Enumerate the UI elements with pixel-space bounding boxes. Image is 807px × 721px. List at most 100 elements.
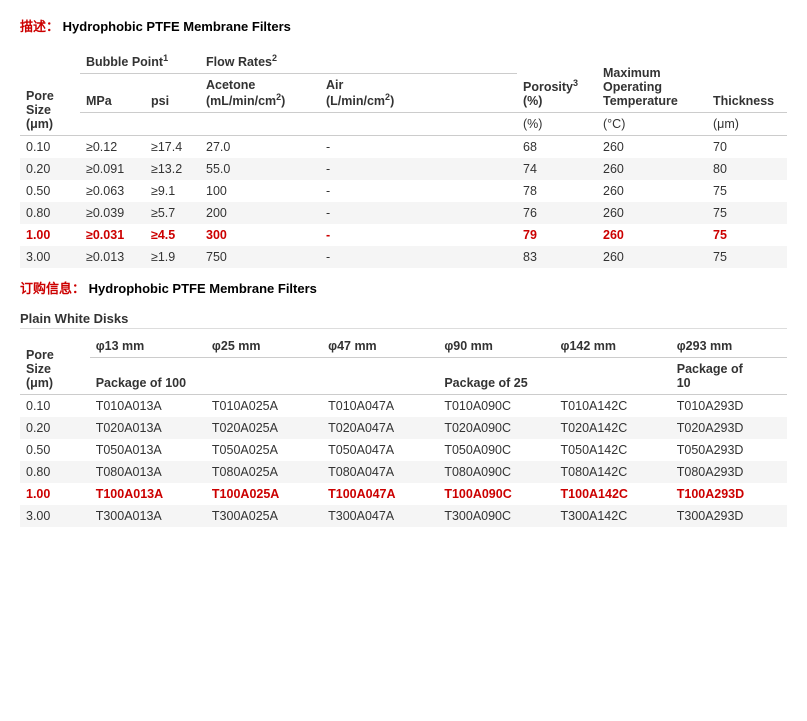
col-header-acetone: Acetone(mL/min/cm2) (200, 74, 320, 113)
props-table-cell: 76 (517, 202, 597, 224)
col-header-flow-rates: Flow Rates2 (200, 49, 517, 74)
order-table-cell: T050A293D (671, 439, 787, 461)
props-table-cell: ≥5.7 (145, 202, 200, 224)
order-table-cell: T020A047A (322, 417, 438, 439)
order-table-cell: T300A025A (206, 505, 322, 527)
order-table-cell: T010A047A (322, 395, 438, 418)
order-info-line: 订购信息： Hydrophobic PTFE Membrane Filters (20, 278, 787, 297)
order-table-cell: T100A090C (438, 483, 554, 505)
order-table-cell: T010A025A (206, 395, 322, 418)
order-table-cell: T100A142C (555, 483, 671, 505)
order-col-phi13: φ13 mm (90, 335, 206, 358)
description-line: 描述： Hydrophobic PTFE Membrane Filters (20, 16, 787, 35)
props-table-cell: 80 (707, 158, 787, 180)
props-table-cell: ≥0.12 (80, 136, 145, 159)
order-pkg10: Package of10 (671, 358, 787, 395)
order-pkg25: Package of 25 (438, 358, 670, 395)
props-table-cell: - (320, 246, 517, 268)
col-header-air2 (320, 113, 517, 136)
order-table-cell: T020A025A (206, 417, 322, 439)
order-table-cell: T100A047A (322, 483, 438, 505)
order-table-cell: T300A293D (671, 505, 787, 527)
props-table-cell: 78 (517, 180, 597, 202)
col-header-max-temp: MaximumOperatingTemperature (597, 49, 707, 113)
order-subsection-title: Plain White Disks (20, 311, 787, 329)
props-table-cell: 75 (707, 180, 787, 202)
order-table-cell: T010A142C (555, 395, 671, 418)
order-table-cell: T300A142C (555, 505, 671, 527)
props-table-cell: ≥13.2 (145, 158, 200, 180)
col-header-air: Air(L/min/cm2) (320, 74, 517, 113)
props-table-cell: 750 (200, 246, 320, 268)
props-table-cell: 75 (707, 246, 787, 268)
order-table-cell: 0.50 (20, 439, 90, 461)
order-table-cell: T300A013A (90, 505, 206, 527)
props-table-cell: 0.10 (20, 136, 80, 159)
order-table-cell: T100A025A (206, 483, 322, 505)
col-header-psi2 (145, 113, 200, 136)
description-label: 描述： (20, 19, 59, 34)
col-header-thickness: Thickness (707, 49, 787, 113)
order-table-cell: T010A013A (90, 395, 206, 418)
order-table-cell: T010A293D (671, 395, 787, 418)
col-header-acetone2 (200, 113, 320, 136)
props-table-cell: 0.50 (20, 180, 80, 202)
props-table-cell: 75 (707, 202, 787, 224)
props-table-cell: 260 (597, 158, 707, 180)
order-pkg100: Package of 100 (90, 358, 439, 395)
props-table-cell: 260 (597, 202, 707, 224)
props-table-cell: ≥0.039 (80, 202, 145, 224)
order-table-cell: T300A047A (322, 505, 438, 527)
props-table-cell: 79 (517, 224, 597, 246)
col-header-mpa: MPa (80, 74, 145, 113)
order-table-cell: T100A293D (671, 483, 787, 505)
order-table-cell: T010A090C (438, 395, 554, 418)
props-table-cell: ≥17.4 (145, 136, 200, 159)
order-table-cell: T020A142C (555, 417, 671, 439)
props-table-cell: 0.20 (20, 158, 80, 180)
order-table-cell: T050A013A (90, 439, 206, 461)
order-table-cell: T080A047A (322, 461, 438, 483)
order-table-cell: T080A090C (438, 461, 554, 483)
properties-table: PoreSize(μm) Bubble Point1 Flow Rates2 P… (20, 49, 787, 268)
order-table-cell: T050A047A (322, 439, 438, 461)
props-table-cell: - (320, 224, 517, 246)
col-header-maxtemp2: (°C) (597, 113, 707, 136)
props-table-cell: 260 (597, 246, 707, 268)
order-table-cell: T050A142C (555, 439, 671, 461)
order-table-cell: T020A293D (671, 417, 787, 439)
props-table-cell: 83 (517, 246, 597, 268)
order-table-cell: T050A025A (206, 439, 322, 461)
props-table-cell: 260 (597, 224, 707, 246)
order-table-cell: T080A142C (555, 461, 671, 483)
props-table-cell: 55.0 (200, 158, 320, 180)
order-info-value: Hydrophobic PTFE Membrane Filters (89, 281, 317, 296)
col-header-porosity: Porosity3(%) (517, 49, 597, 113)
col-header-pore-size: PoreSize(μm) (20, 49, 80, 136)
order-col-phi90: φ90 mm (438, 335, 554, 358)
order-table-cell: T080A013A (90, 461, 206, 483)
order-table-cell: 0.10 (20, 395, 90, 418)
props-table-cell: 3.00 (20, 246, 80, 268)
order-table-cell: T300A090C (438, 505, 554, 527)
props-table-cell: 27.0 (200, 136, 320, 159)
props-table-cell: - (320, 180, 517, 202)
col-header-thickness2: (μm) (707, 113, 787, 136)
props-table-cell: ≥0.091 (80, 158, 145, 180)
order-col-phi293: φ293 mm (671, 335, 787, 358)
col-header-bubble-point: Bubble Point1 (80, 49, 200, 74)
props-table-cell: ≥0.031 (80, 224, 145, 246)
description-value: Hydrophobic PTFE Membrane Filters (63, 19, 291, 34)
order-table-cell: T020A013A (90, 417, 206, 439)
col-header-porosity2: (%) (517, 113, 597, 136)
order-col-phi142: φ142 mm (555, 335, 671, 358)
col-header-mpa2 (80, 113, 145, 136)
props-table-cell: - (320, 136, 517, 159)
order-col-phi25: φ25 mm (206, 335, 322, 358)
props-table-cell: 75 (707, 224, 787, 246)
props-table-cell: 200 (200, 202, 320, 224)
order-table-cell: T100A013A (90, 483, 206, 505)
props-table-cell: ≥1.9 (145, 246, 200, 268)
order-table-cell: 0.20 (20, 417, 90, 439)
props-table-cell: - (320, 202, 517, 224)
